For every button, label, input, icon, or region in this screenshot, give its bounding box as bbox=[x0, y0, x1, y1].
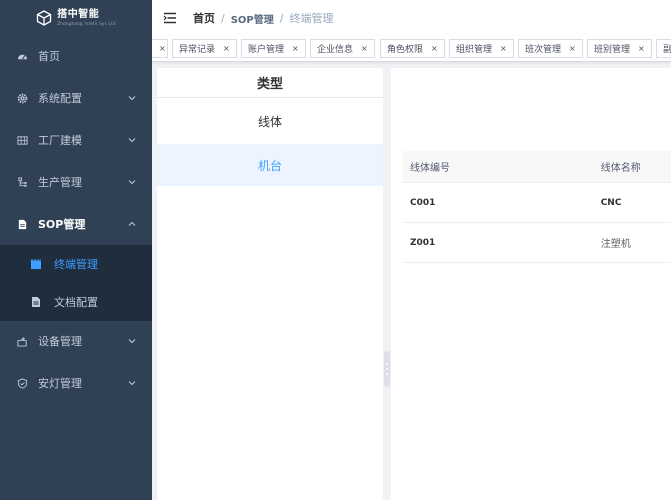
chevron-down-icon bbox=[128, 180, 136, 185]
sidebar-subitem-label: 文档配置 bbox=[54, 296, 98, 309]
sidebar-item-system-config[interactable]: 系统配置 bbox=[0, 77, 152, 119]
chevron-down-icon bbox=[128, 96, 136, 101]
sidebar-item-label: 工厂建模 bbox=[38, 134, 82, 147]
sidebar-item-production[interactable]: 生产管理 bbox=[0, 161, 152, 203]
sop-submenu: 终端管理 文档配置 bbox=[0, 245, 152, 321]
close-icon[interactable]: × bbox=[431, 44, 438, 53]
shield-check-icon bbox=[16, 377, 28, 389]
tag-item[interactable]: 异常记录 × bbox=[172, 39, 237, 58]
grid-table-icon bbox=[16, 134, 28, 146]
breadcrumb-home[interactable]: 首页 bbox=[193, 10, 215, 26]
tag-item[interactable]: 企业信息 × bbox=[310, 39, 375, 58]
sidebar-item-label: SOP管理 bbox=[38, 218, 86, 231]
table-cell-code: C001 bbox=[410, 197, 436, 208]
tag-item[interactable]: 组织管理 × bbox=[449, 39, 514, 58]
sidebar-item-factory-modeling[interactable]: 工厂建模 bbox=[0, 119, 152, 161]
tree-icon bbox=[16, 176, 28, 188]
tag-label: 企业信息 bbox=[317, 45, 354, 55]
table-header: 线体编号 线体名称 bbox=[402, 151, 671, 183]
type-item-machine[interactable]: 机台 bbox=[157, 144, 383, 186]
sidebar-item-label: 系统配置 bbox=[38, 92, 82, 105]
document-icon bbox=[16, 218, 28, 230]
sidebar-subitem-terminal[interactable]: 终端管理 bbox=[0, 245, 152, 283]
chevron-down-icon bbox=[128, 138, 136, 143]
sidebar-item-label: 生产管理 bbox=[38, 176, 82, 189]
gear-icon bbox=[16, 92, 28, 104]
logo-cube-icon bbox=[37, 10, 52, 26]
close-icon[interactable]: × bbox=[292, 44, 299, 53]
dashboard-icon bbox=[16, 50, 28, 62]
content-panel: 线体编号 线体名称 C001 CNC Z001 注塑机 bbox=[391, 68, 671, 500]
splitter-handle[interactable] bbox=[384, 351, 390, 387]
close-icon[interactable]: × bbox=[500, 44, 507, 53]
tag-label: 班次管理 bbox=[525, 45, 562, 55]
tag-item[interactable]: 角色权限 × bbox=[380, 39, 445, 58]
equipment-icon bbox=[16, 335, 28, 347]
breadcrumb-sop: SOP管理 bbox=[230, 14, 274, 26]
line-table: 线体编号 线体名称 C001 CNC Z001 注塑机 bbox=[402, 151, 671, 263]
clapperboard-icon bbox=[30, 258, 42, 270]
sidebar-item-sop[interactable]: SOP管理 bbox=[0, 203, 152, 245]
breadcrumb-separator: / bbox=[279, 11, 284, 25]
tag-label: 组织管理 bbox=[456, 45, 493, 55]
close-icon[interactable]: × bbox=[223, 44, 230, 53]
close-icon[interactable]: × bbox=[638, 44, 645, 53]
tag-item[interactable]: 副 bbox=[656, 39, 671, 58]
sidebar-subitem-label: 终端管理 bbox=[54, 258, 98, 271]
logo-subtitle: Zhonghang Intelli Sys Ltd bbox=[57, 21, 116, 26]
tag-item[interactable]: × bbox=[152, 39, 168, 58]
type-panel: 类型 线体 机台 bbox=[157, 68, 383, 500]
type-panel-title: 类型 bbox=[157, 68, 383, 98]
close-icon[interactable]: × bbox=[569, 44, 576, 53]
tag-label: 账户管理 bbox=[248, 45, 285, 55]
sidebar: 搭中智能 Zhonghang Intelli Sys Ltd 首页 系统配置 工… bbox=[0, 0, 152, 500]
column-header-code[interactable]: 线体编号 bbox=[402, 159, 601, 174]
sidebar-item-home[interactable]: 首页 bbox=[0, 35, 152, 77]
chevron-down-icon bbox=[128, 381, 136, 386]
close-icon[interactable]: × bbox=[361, 44, 368, 53]
column-header-name[interactable]: 线体名称 bbox=[601, 159, 671, 174]
navbar: 首页 / SOP管理 / 终端管理 bbox=[152, 0, 671, 36]
logo-name: 搭中智能 bbox=[57, 9, 100, 20]
table-cell-name: CNC bbox=[600, 197, 622, 208]
pane-splitter[interactable] bbox=[383, 68, 391, 500]
table-row[interactable]: Z001 注塑机 bbox=[402, 223, 671, 263]
tag-label: 副 bbox=[663, 42, 671, 55]
table-cell-code: Z001 bbox=[410, 237, 436, 248]
tag-item[interactable]: 班次管理 × bbox=[518, 39, 583, 58]
tag-label: 班别管理 bbox=[594, 45, 631, 55]
chevron-down-icon bbox=[128, 339, 136, 344]
sidebar-item-label: 设备管理 bbox=[38, 335, 82, 348]
sidebar-item-equipment[interactable]: 设备管理 bbox=[0, 320, 152, 362]
sidebar-subitem-doc-config[interactable]: 文档配置 bbox=[0, 283, 152, 321]
chevron-up-icon bbox=[128, 221, 136, 226]
document-icon bbox=[30, 296, 42, 308]
tag-item[interactable]: 账户管理 × bbox=[241, 39, 306, 58]
tag-label: 异常记录 bbox=[179, 45, 216, 55]
breadcrumb: 首页 / SOP管理 / 终端管理 bbox=[193, 10, 333, 26]
sidebar-item-label: 安灯管理 bbox=[38, 377, 82, 390]
logo[interactable]: 搭中智能 Zhonghang Intelli Sys Ltd bbox=[0, 0, 152, 36]
close-icon[interactable]: × bbox=[159, 44, 166, 53]
sidebar-item-label: 首页 bbox=[38, 50, 60, 63]
tag-label: 角色权限 bbox=[387, 45, 424, 55]
breadcrumb-separator: / bbox=[221, 11, 225, 25]
table-row[interactable]: C001 CNC bbox=[402, 183, 671, 223]
tags-view: × 异常记录 × 账户管理 × 企业信息 × 角色权限 × 组织管理 × 班次管… bbox=[152, 36, 671, 62]
breadcrumb-current: 终端管理 bbox=[289, 12, 334, 25]
tag-item[interactable]: 班别管理 × bbox=[587, 39, 652, 58]
menu-fold-icon[interactable] bbox=[163, 11, 177, 25]
type-item-line[interactable]: 线体 bbox=[157, 100, 383, 142]
table-cell-name: 注塑机 bbox=[600, 239, 631, 250]
sidebar-item-andon[interactable]: 安灯管理 bbox=[0, 362, 152, 404]
